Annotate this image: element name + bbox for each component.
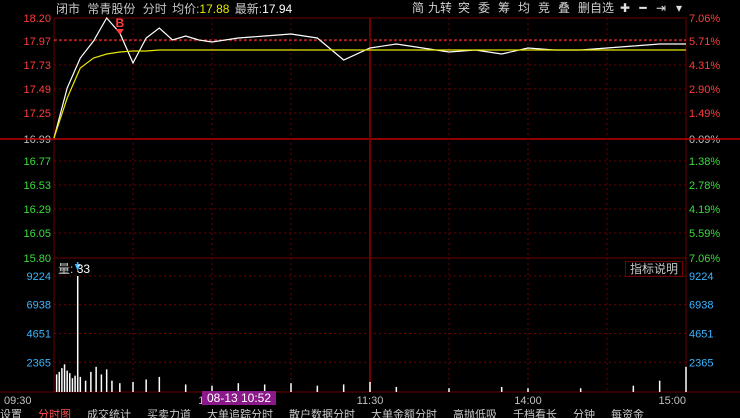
x-tick: 14:00 (514, 395, 542, 407)
toolbar-button-2[interactable]: 突 (455, 1, 473, 16)
y-tick-left: 16.77 (23, 156, 51, 168)
volume-y-tick-right: 6938 (689, 300, 713, 312)
stock-name: 常青股份 (87, 2, 136, 16)
y-tick-left: 17.25 (23, 108, 51, 120)
x-tick: 15:00 (658, 395, 686, 407)
volume-y-tick-right: 9224 (689, 271, 713, 283)
y-tick-right: 7.06% (689, 13, 720, 25)
x-tick: 09:30 (4, 395, 32, 407)
volume-readout: 量: 33 (58, 262, 90, 276)
tab-6[interactable]: 大单金额分时 (371, 409, 437, 418)
y-tick-left: 17.97 (23, 36, 51, 48)
crosshair-date: 08-13 10:52 (206, 391, 272, 405)
market-status: 闭市 (56, 2, 81, 16)
tab-9[interactable]: 分钟 (573, 409, 595, 418)
toolbar-button-4[interactable]: 筹 (495, 1, 513, 16)
tab-4[interactable]: 大单追踪分时 (207, 409, 273, 418)
tab-8[interactable]: 千档看长 (513, 409, 557, 418)
minus-icon[interactable]: ━ (635, 1, 651, 16)
y-tick-right: 1.38% (689, 156, 720, 168)
y-tick-right: 4.31% (689, 60, 720, 72)
dropdown-icon[interactable]: ▾ (671, 1, 687, 16)
tab-1[interactable]: 分时图 (38, 409, 71, 418)
y-tick-right: 7.06% (689, 253, 720, 265)
buy-marker-label: B (115, 16, 124, 30)
y-tick-left: 18.20 (23, 13, 51, 25)
volume-y-tick-right: 2365 (689, 357, 713, 369)
y-tick-right: 1.49% (689, 108, 720, 120)
volume-y-tick-right: 4651 (689, 329, 713, 341)
toolbar-button-8[interactable]: 删自选 (575, 1, 617, 16)
toolbar-button-3[interactable]: 委 (475, 1, 493, 16)
toolbar-button-5[interactable]: 均 (515, 1, 533, 16)
chart-header: 闭市 常青股份 分时 均价:17.88 最新:17.94 (56, 0, 292, 18)
toolbar-button-1[interactable]: 九转 (427, 1, 453, 16)
volume-y-tick-left: 6938 (27, 300, 51, 312)
indicator-help-label: 指标说明 (629, 262, 678, 276)
avg-label: 均价: (172, 2, 200, 16)
y-tick-left: 16.29 (23, 204, 51, 216)
y-tick-left: 17.49 (23, 84, 51, 96)
plus-icon[interactable]: ✚ (617, 1, 633, 16)
y-tick-left: 16.05 (23, 228, 51, 240)
toolbar-button-0[interactable]: 简 (411, 1, 425, 16)
tab-5[interactable]: 散户数据分时 (289, 409, 355, 418)
y-tick-right: 0.09% (689, 134, 720, 146)
intraday-chart: 18.20 7.06% 17.97 5.71% 17.73 4.31% 17.49 2.90%… (0, 13, 740, 407)
intraday-chart-window: 18.20 7.06% 17.97 5.71% 17.73 4.31% 17.49 2.90%… (0, 0, 740, 418)
indicator-help-button[interactable]: 指标说明 (625, 261, 683, 277)
avg-value: 17.88 (199, 2, 230, 16)
y-tick-left: 17.73 (23, 60, 51, 72)
toolbar-button-6[interactable]: 竞 (535, 1, 553, 16)
tab-2[interactable]: 成交统计 (87, 409, 131, 418)
volume-value: 33 (76, 262, 91, 276)
tab-10[interactable]: 每资金 (611, 409, 644, 418)
volume-y-tick-left: 9224 (27, 271, 51, 283)
y-tick-left: 16.53 (23, 180, 51, 192)
y-tick-right: 2.90% (689, 84, 720, 96)
y-tick-left: 15.80 (23, 253, 51, 265)
chart-mode: 分时 (142, 2, 167, 16)
crosshair-date-label: 08-13 10:52 (202, 391, 276, 405)
volume-y-tick-left: 2365 (27, 357, 51, 369)
bottom-tab-bar: 设置 分时图 成交统计 买卖力道 大单追踪分时 散户数据分时 大单金额分时 高抛低吸 千档看长 分… (0, 409, 740, 418)
toolbar-button-7[interactable]: 叠 (555, 1, 573, 16)
y-tick-right: 5.71% (689, 36, 720, 48)
volume-y-tick-left: 4651 (27, 329, 51, 341)
tab-3[interactable]: 买卖力道 (147, 409, 191, 418)
y-tick-right: 5.59% (689, 228, 720, 240)
y-tick-left: 16.99 (23, 134, 51, 146)
tab-0[interactable]: 设置 (0, 409, 22, 418)
latest-value: 17.94 (262, 2, 293, 16)
x-tick: 11:30 (357, 395, 384, 407)
y-tick-right: 2.78% (689, 180, 720, 192)
volume-label: 量: (58, 262, 74, 276)
y-tick-right: 4.19% (689, 204, 720, 216)
tab-7[interactable]: 高抛低吸 (453, 409, 497, 418)
latest-label: 最新: (234, 2, 263, 16)
jump-right-icon[interactable]: ⇥ (653, 1, 669, 16)
buy-marker-arrow (115, 29, 124, 35)
